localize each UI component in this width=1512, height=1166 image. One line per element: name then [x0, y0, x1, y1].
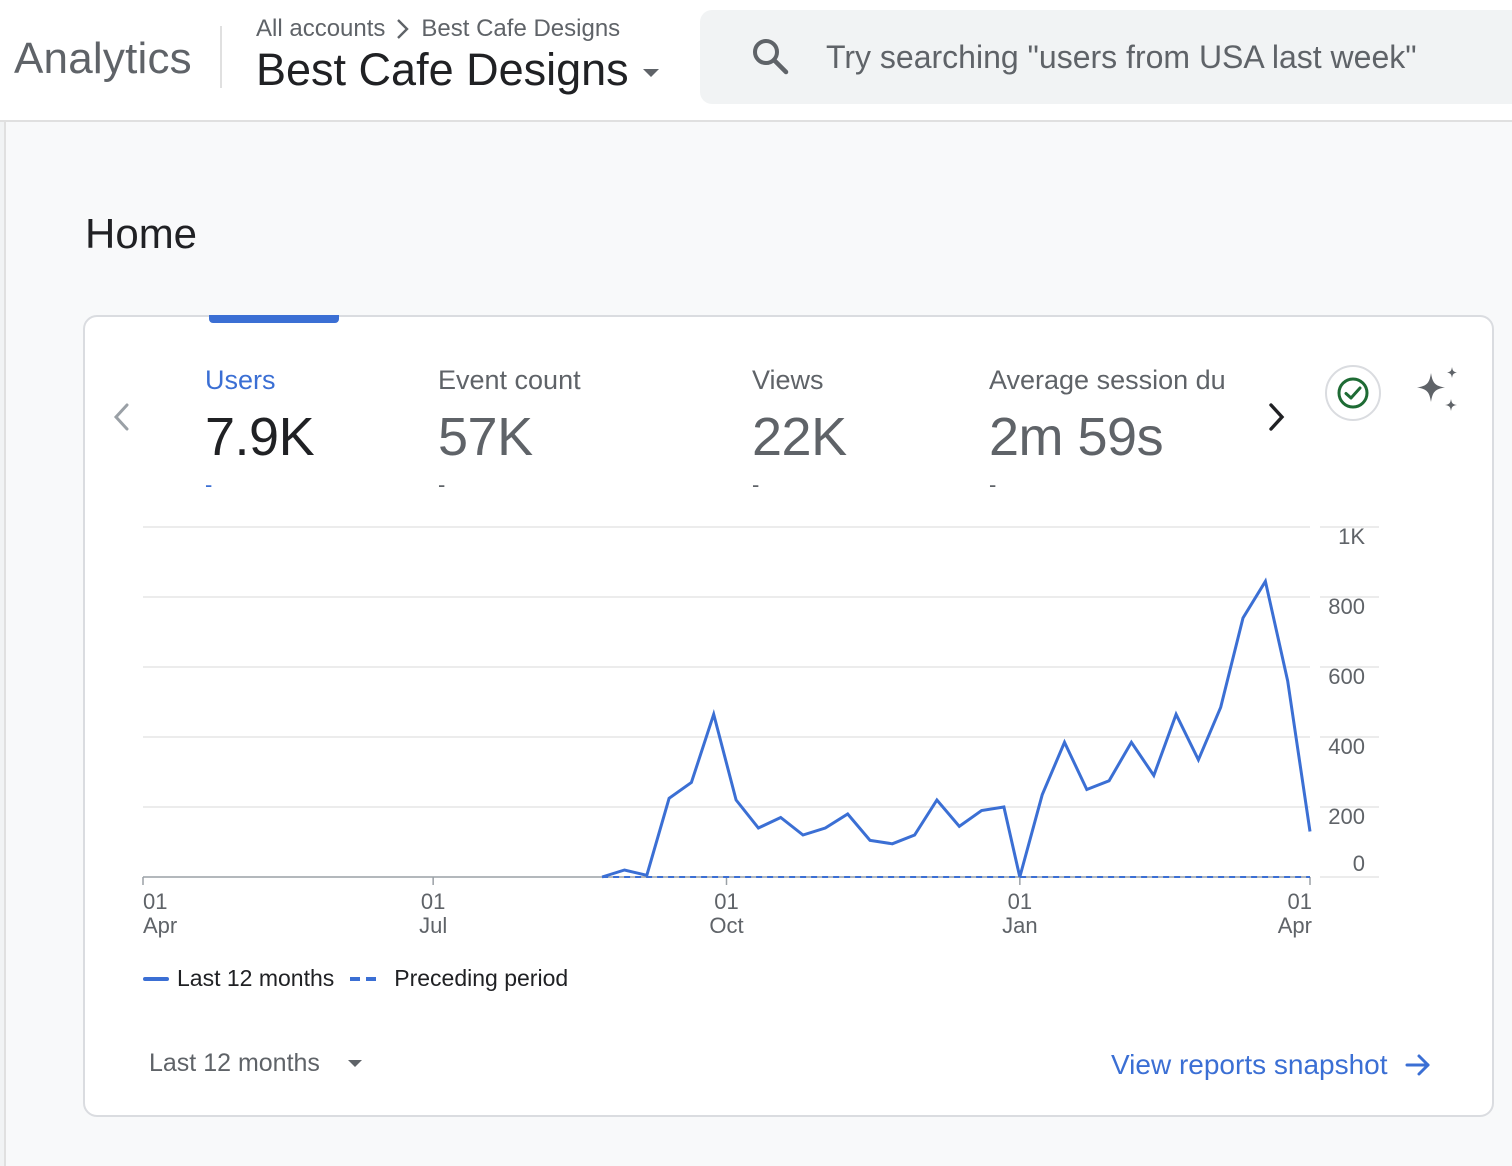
metric-users[interactable]: Users 7.9K -	[205, 365, 415, 498]
breadcrumb-root[interactable]: All accounts	[256, 15, 385, 43]
metric-views[interactable]: Views 22K -	[752, 365, 962, 498]
property-name: Best Cafe Designs	[256, 44, 629, 95]
top-header: Analytics All accounts Best Cafe Designs…	[0, 0, 1512, 122]
breadcrumb: All accounts Best Cafe Designs	[256, 15, 620, 43]
metric-delta: -	[205, 472, 213, 497]
metric-label: Average session du	[989, 365, 1226, 395]
legend-current: Last 12 months	[177, 965, 335, 991]
date-range-select[interactable]: Last 12 months	[149, 1049, 362, 1078]
property-selector[interactable]: Best Cafe Designs	[256, 44, 659, 96]
x-tick-month: Apr	[143, 913, 177, 938]
metric-label: Users	[205, 365, 276, 395]
x-tick-month: Jan	[1002, 913, 1037, 938]
metric-value: 22K	[752, 407, 847, 467]
users-line-chart: 1K800600400200001Apr01Jul01Oct01Jan01Apr	[142, 524, 1379, 938]
search-input[interactable]	[826, 32, 1506, 82]
y-tick-label: 400	[1328, 734, 1365, 759]
series-line-last-12-months	[601, 577, 1312, 879]
breadcrumb-account[interactable]: Best Cafe Designs	[421, 15, 620, 43]
x-tick-day: 01	[421, 889, 445, 914]
legend-previous: Preceding period	[394, 965, 569, 991]
sparkle-icon[interactable]	[1411, 365, 1463, 417]
check-circle-icon[interactable]	[1325, 365, 1381, 421]
metric-delta: -	[438, 472, 446, 497]
metric-delta: -	[752, 472, 760, 497]
dropdown-caret-icon	[642, 69, 659, 77]
metric-value: 7.9K	[205, 407, 315, 467]
date-range-label: Last 12 months	[149, 1049, 320, 1077]
overview-card: Users 7.9K - Event count 57K - Views 22K…	[83, 315, 1494, 1117]
chevron-right-icon	[393, 17, 413, 41]
y-tick-label: 0	[1353, 851, 1365, 876]
metric-label: Views	[752, 365, 824, 395]
x-tick-month: Apr	[1278, 913, 1312, 938]
chevron-right-icon[interactable]	[1261, 399, 1291, 435]
search-bar[interactable]	[700, 10, 1512, 104]
metric-delta: -	[989, 472, 997, 497]
arrow-right-icon	[1405, 1054, 1430, 1076]
x-tick-day: 01	[1008, 889, 1032, 914]
dropdown-caret-icon	[347, 1060, 362, 1067]
metric-avg-session-duration[interactable]: Average session du 2m 59s -	[989, 365, 1239, 498]
active-tab-indicator	[209, 315, 339, 323]
metric-value: 57K	[438, 407, 533, 467]
legend-dashed-swatch	[350, 976, 385, 981]
x-tick-month: Oct	[709, 913, 743, 938]
metric-value: 2m 59s	[989, 407, 1164, 467]
header-divider	[220, 26, 222, 88]
page-title: Home	[85, 210, 198, 257]
search-icon	[753, 39, 789, 75]
y-tick-label: 1K	[1338, 524, 1365, 549]
y-tick-label: 200	[1328, 804, 1365, 829]
x-tick-day: 01	[143, 889, 167, 914]
chevron-left-icon[interactable]	[107, 399, 137, 435]
metric-label: Event count	[438, 365, 581, 395]
view-reports-snapshot-link[interactable]: View reports snapshot	[1111, 1049, 1432, 1081]
app-name[interactable]: Analytics	[14, 34, 192, 84]
y-tick-label: 600	[1328, 664, 1365, 689]
chart-legend: Last 12 months Preceding period	[143, 965, 568, 992]
x-tick-day: 01	[1288, 889, 1312, 914]
y-tick-label: 800	[1328, 594, 1365, 619]
x-tick-month: Jul	[419, 913, 447, 938]
legend-solid-swatch	[143, 976, 169, 981]
x-tick-day: 01	[714, 889, 738, 914]
snapshot-link-label: View reports snapshot	[1111, 1049, 1388, 1080]
metric-event-count[interactable]: Event count 57K -	[438, 365, 728, 498]
